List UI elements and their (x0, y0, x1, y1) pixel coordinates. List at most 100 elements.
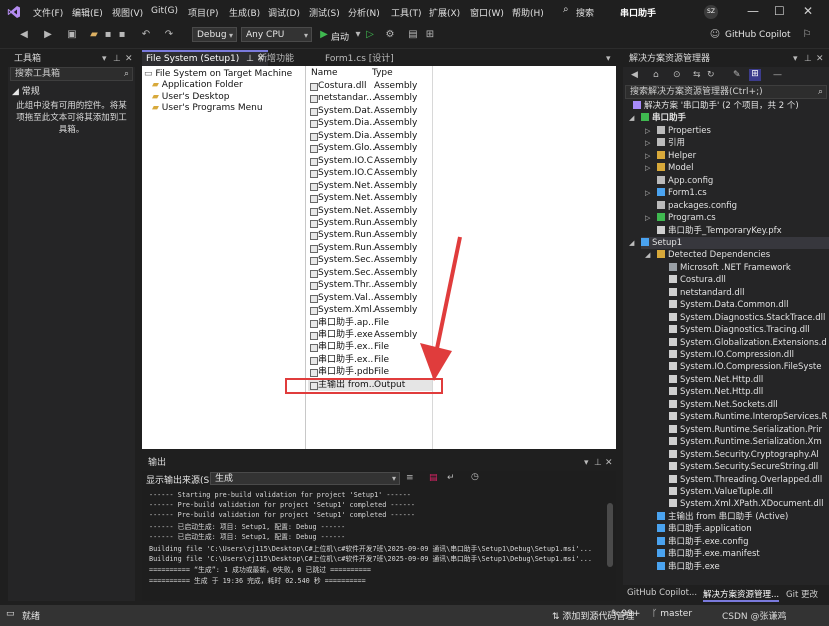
save-icon[interactable]: ▪ (102, 29, 114, 41)
tab-copilot-chat[interactable]: GitHub Copilot... (627, 588, 697, 598)
panel-menu-icon[interactable]: ▾ (102, 51, 107, 67)
word-wrap-icon[interactable]: ↵ (447, 473, 455, 483)
table-row[interactable]: System.Dia... Assembly (308, 117, 432, 129)
collapse-icon[interactable]: ◢ (12, 87, 19, 97)
dependency-item[interactable]: System.Diagnostics.Tracing.dll (669, 324, 829, 336)
solution-item[interactable]: ▷ Form1.cs (645, 187, 829, 199)
tab-whats-new[interactable]: 新增功能 (254, 52, 298, 66)
close-button[interactable]: ✕ (803, 4, 813, 18)
setup-item[interactable]: 串口助手.exe.config (657, 536, 829, 548)
panel-menu-icon[interactable]: ▾ (793, 51, 798, 67)
close-icon[interactable]: ✕ (605, 455, 613, 471)
solution-item[interactable]: 串口助手_TemporaryKey.pfx (657, 225, 829, 237)
menu-project[interactable]: 项目(P) (188, 6, 218, 19)
project-node[interactable]: ◢ 串口助手 (629, 112, 829, 124)
solution-node[interactable]: 解决方案 '串口助手' (2 个项目，共 2 个) (633, 100, 829, 112)
start-dropdown-icon[interactable]: ▾ (352, 29, 364, 41)
config-dropdown[interactable]: Debug ▾ (192, 27, 237, 42)
global-search[interactable]: 搜索 (576, 6, 594, 19)
refresh-icon[interactable]: ↻ (707, 70, 715, 80)
new-project-icon[interactable]: ▣ (66, 29, 78, 41)
menu-file[interactable]: 文件(F) (33, 6, 63, 19)
table-row[interactable]: System.Net... Assembly (308, 192, 432, 204)
dependency-item[interactable]: System.Security.Cryptography.Al (669, 449, 829, 461)
layout-icon[interactable]: ⊞ (424, 29, 436, 41)
expand-icon[interactable]: ◢ (629, 237, 634, 249)
save-all-icon[interactable]: ▪ (116, 29, 128, 41)
dependency-item[interactable]: System.Net.Http.dll (669, 386, 829, 398)
table-row[interactable]: System.Run...Assembly (308, 217, 432, 229)
pin-icon[interactable]: ⊥ (594, 455, 602, 471)
column-header-name[interactable]: Name (311, 68, 338, 78)
dependency-item[interactable]: System.IO.Compression.dll (669, 349, 829, 361)
sync-icon[interactable]: ⇆ (693, 70, 701, 80)
toolbox-group-general[interactable]: ◢ 常规 (12, 84, 40, 97)
dependency-item[interactable]: System.Data.Common.dll (669, 299, 829, 311)
toggle-timestamp-icon[interactable]: ◷ (471, 472, 479, 482)
minimize-button[interactable]: — (747, 4, 759, 18)
find-message-icon[interactable]: ≡ (406, 473, 414, 483)
back-icon[interactable]: ◀ (631, 70, 638, 80)
menu-help[interactable]: 帮助(H) (512, 6, 544, 19)
back-icon[interactable]: ◀ (18, 29, 30, 41)
properties-icon[interactable]: ✎ (733, 70, 741, 80)
copilot-icon[interactable]: ☺ (709, 29, 721, 41)
more-icon[interactable]: — (773, 70, 782, 80)
table-row[interactable]: System.Net... Assembly (308, 180, 432, 192)
dependency-item[interactable]: System.Runtime.Serialization.Prir (669, 424, 829, 436)
table-row[interactable]: System.IO.C...Assembly (308, 155, 432, 167)
table-row[interactable]: Costura.dll Assembly (308, 80, 432, 92)
setup-item[interactable]: 主输出 from 串口助手 (Active) (657, 511, 829, 523)
output-text[interactable]: ------ Starting pre-build validation for… (142, 488, 602, 594)
solution-item[interactable]: ▷ Helper (645, 150, 829, 162)
menu-window[interactable]: 窗口(W) (470, 6, 504, 19)
output-source-dropdown[interactable]: 生成 ▾ (210, 472, 400, 485)
menu-debug[interactable]: 调试(D) (268, 6, 300, 19)
tab-form1-design[interactable]: Form1.cs [设计] (321, 52, 398, 66)
redo-icon[interactable]: ↷ (163, 29, 175, 41)
menu-git[interactable]: Git(G) (151, 6, 178, 16)
vs-logo-icon[interactable] (7, 5, 21, 19)
hot-reload-icon[interactable]: ▤ (407, 29, 419, 41)
solution-item[interactable]: ▷ Properties (645, 125, 829, 137)
play-icon[interactable]: ▶ (318, 29, 330, 41)
setup-item[interactable]: 串口助手.exe.manifest (657, 548, 829, 560)
dependency-item[interactable]: System.Threading.Overlapped.dll (669, 474, 829, 486)
table-row[interactable]: System.Dat... Assembly (308, 105, 432, 117)
fs-folder-programs-menu[interactable]: ▰ User's Programs Menu (152, 103, 263, 113)
avatar[interactable]: SZ (704, 5, 718, 19)
dependency-item[interactable]: System.Globalization.Extensions.d (669, 337, 829, 349)
platform-dropdown[interactable]: Any CPU ▾ (241, 27, 312, 42)
table-row[interactable]: System.Net... Assembly (308, 205, 432, 217)
attach-icon[interactable]: ⚙ (384, 29, 396, 41)
expand-icon[interactable]: ▷ (645, 212, 650, 224)
start-button[interactable]: 启动 (331, 30, 349, 43)
project-node[interactable]: ◢ Setup1 (629, 236, 829, 249)
clear-all-icon[interactable]: ▤ (429, 473, 438, 483)
dependency-item[interactable]: System.IO.Compression.FileSyste (669, 361, 829, 373)
close-icon[interactable]: ✕ (125, 51, 133, 67)
menu-test[interactable]: 测试(S) (309, 6, 340, 19)
solution-explorer-search-input[interactable]: 搜索解决方案资源管理器(Ctrl+;) ⌕ (625, 85, 827, 99)
fs-folder-application[interactable]: ▰ Application Folder (152, 80, 243, 90)
maximize-button[interactable]: ☐ (774, 4, 785, 18)
forward-icon[interactable]: ▶ (42, 29, 54, 41)
dependency-item[interactable]: Microsoft .NET Framework (669, 262, 829, 274)
search-icon[interactable]: ⌕ (563, 4, 569, 15)
table-row[interactable]: System.Dia... Assembly (308, 130, 432, 142)
expand-icon[interactable]: ▷ (645, 137, 650, 149)
start-without-debug-icon[interactable]: ▷ (364, 29, 376, 41)
branch-indicator[interactable]: ᚴ master (652, 609, 692, 619)
menu-build[interactable]: 生成(B) (229, 6, 260, 19)
errors-indicator[interactable]: ✎ 99+ (611, 609, 640, 619)
expand-icon[interactable]: ▷ (645, 187, 650, 199)
table-row[interactable]: System.IO.C...Assembly (308, 167, 432, 179)
pin-icon[interactable]: ⊥ (113, 51, 121, 67)
home-icon[interactable]: ⌂ (653, 70, 659, 80)
copilot-button[interactable]: GitHub Copilot (725, 30, 791, 40)
tab-solution-explorer[interactable]: 解决方案资源管理... (703, 588, 780, 602)
dependency-item[interactable]: System.Net.Http.dll (669, 374, 829, 386)
dependency-item[interactable]: System.Security.SecureString.dll (669, 461, 829, 473)
menu-view[interactable]: 视图(V) (112, 6, 143, 19)
dependency-item[interactable]: System.Runtime.Serialization.Xm (669, 436, 829, 448)
